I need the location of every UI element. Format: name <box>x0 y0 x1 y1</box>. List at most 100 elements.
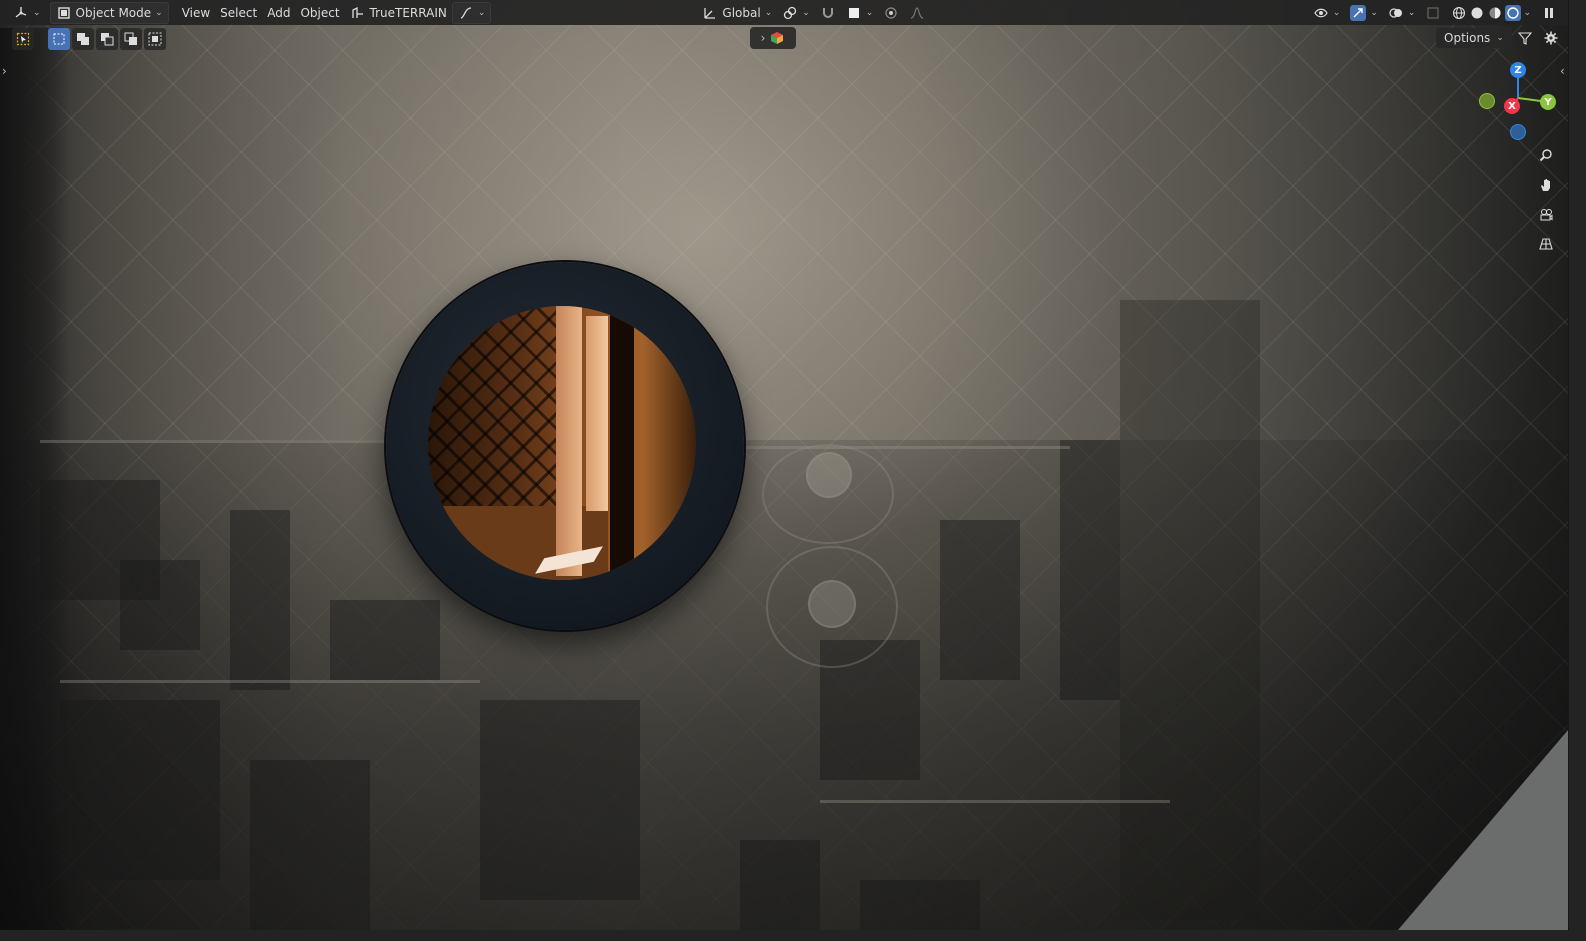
scene-rail <box>740 446 1070 449</box>
select-mode-new[interactable] <box>48 28 70 50</box>
pan-hand-icon <box>1538 177 1554 193</box>
scene-block <box>1060 440 1120 700</box>
rendered-shading-icon[interactable] <box>1505 4 1522 21</box>
curve-icon <box>458 5 474 21</box>
material-shading-icon[interactable] <box>1487 5 1503 21</box>
gear-icon <box>1543 30 1559 46</box>
scene-block <box>330 600 440 680</box>
xray-icon <box>1425 5 1441 21</box>
transform-orientation-dropdown[interactable]: Global ⌄ <box>697 3 777 23</box>
interior-shadow <box>610 306 634 580</box>
snap-toggle[interactable] <box>815 3 841 23</box>
camera-view-icon <box>1538 207 1554 223</box>
scene-block <box>740 840 820 930</box>
color-cube-icon <box>769 30 785 46</box>
snap-target-dropdown[interactable]: ⌄ <box>841 3 879 23</box>
interior-mesh <box>428 306 568 506</box>
overlay-icon <box>1388 5 1404 21</box>
perspective-toggle-button[interactable] <box>1534 232 1558 256</box>
camera-view-button[interactable] <box>1534 203 1558 227</box>
options-dropdown[interactable]: Options ⌄ <box>1436 28 1512 48</box>
asset-browser-popover[interactable]: › <box>750 27 796 49</box>
mode-new-icon <box>51 31 67 47</box>
proportional-edit-icon <box>883 5 899 21</box>
tool-settings-row <box>12 27 166 51</box>
settings-button[interactable] <box>1540 27 1562 49</box>
mode-extend-icon <box>75 31 91 47</box>
porthole-object[interactable] <box>386 262 744 630</box>
wireframe-shading-icon[interactable] <box>1451 5 1467 21</box>
pivot-point-dropdown[interactable]: ⌄ <box>777 3 815 23</box>
overlay-toggle[interactable]: ⌄ <box>1383 3 1421 23</box>
chevron-down-icon: ⌄ <box>865 7 874 18</box>
zoom-button[interactable] <box>1534 143 1558 167</box>
shading-mode-group: ⌄ <box>1446 3 1536 23</box>
chevron-down-icon: ⌄ <box>802 7 810 18</box>
gizmo-neg-z-axis[interactable] <box>1510 124 1526 140</box>
snap-increment-icon <box>846 5 862 21</box>
mode-subtract-icon <box>99 31 115 47</box>
scene-block <box>860 880 980 930</box>
gizmo-neg-y-axis[interactable] <box>1479 93 1495 109</box>
gizmo-y-axis[interactable]: Y <box>1540 94 1556 110</box>
addon-dropdown[interactable]: ⌄ <box>451 1 492 24</box>
chevron-down-icon: ⌄ <box>1407 7 1416 18</box>
visibility-icon <box>1313 5 1329 21</box>
filter-icon <box>1517 30 1533 46</box>
menu-object[interactable]: Object <box>295 3 344 23</box>
mode-dropdown[interactable]: Object Mode ⌄ <box>49 1 169 24</box>
select-mode-difference[interactable] <box>120 28 142 50</box>
solid-shading-icon[interactable] <box>1469 5 1485 21</box>
scene-block <box>60 700 220 880</box>
navigation-gizmo[interactable]: Z Y X <box>1476 58 1560 142</box>
scene-block <box>1120 300 1260 920</box>
menu-select[interactable]: Select <box>215 3 262 23</box>
bottom-panel-edge <box>0 930 1586 941</box>
scene-rail <box>40 440 390 443</box>
xray-toggle[interactable] <box>1420 3 1446 23</box>
active-tool-select-box[interactable] <box>12 28 34 50</box>
scene-rail <box>60 680 480 683</box>
menu-add[interactable]: Add <box>262 3 295 23</box>
chevron-down-icon: ⌄ <box>1370 7 1378 18</box>
gizmo-toggle[interactable]: ⌄ <box>1345 3 1383 23</box>
mode-label: Object Mode <box>75 5 152 20</box>
gizmo-z-axis[interactable]: Z <box>1510 62 1526 78</box>
magnet-icon <box>820 5 836 21</box>
scene-block <box>120 560 200 650</box>
orientation-label: Global <box>722 5 761 20</box>
terrain-icon <box>350 5 366 21</box>
pause-render-button[interactable] <box>1536 3 1562 23</box>
scene-block <box>250 760 370 930</box>
falloff-curve-icon <box>909 5 925 21</box>
scene-rail <box>820 800 1170 803</box>
pivot-icon <box>782 5 798 21</box>
addon-trueterrain-menu[interactable]: TrueTERRAIN <box>345 3 452 23</box>
chevron-down-icon[interactable]: ⌄ <box>1523 8 1531 18</box>
mode-difference-icon <box>123 31 139 47</box>
select-mode-intersect[interactable] <box>144 28 166 50</box>
menu-view[interactable]: View <box>177 3 215 23</box>
mode-intersect-icon <box>147 31 163 47</box>
select-mode-extend[interactable] <box>72 28 94 50</box>
chevron-down-icon: ⌄ <box>33 7 41 18</box>
proportional-edit-toggle[interactable] <box>878 3 904 23</box>
toolbar-expand-arrow[interactable]: › <box>2 64 7 78</box>
scene-disc <box>806 452 852 498</box>
filter-button[interactable] <box>1514 27 1536 49</box>
proportional-falloff-dropdown[interactable] <box>904 3 930 23</box>
chevron-right-icon: › <box>760 31 766 45</box>
right-panel-edge <box>1568 0 1586 941</box>
gizmo-x-axis[interactable]: X <box>1504 98 1520 114</box>
porthole-interior <box>428 306 696 580</box>
3d-viewport[interactable] <box>0 0 1568 930</box>
interior-beam <box>556 306 582 576</box>
scene-block <box>230 510 290 690</box>
select-mode-subtract[interactable] <box>96 28 118 50</box>
visibility-dropdown[interactable]: ⌄ <box>1308 3 1346 23</box>
editor-type-dropdown[interactable]: ⌄ <box>8 3 46 23</box>
chevron-down-icon: ⌄ <box>764 7 773 18</box>
select-box-icon <box>15 31 31 47</box>
sidebar-expand-arrow[interactable]: ‹ <box>1560 64 1565 78</box>
pan-button[interactable] <box>1534 173 1558 197</box>
